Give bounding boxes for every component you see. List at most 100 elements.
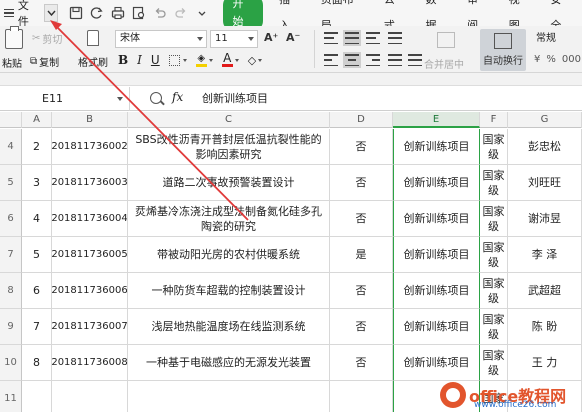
copy-button[interactable]: ⧉ 复制 — [30, 54, 59, 69]
cell-b[interactable]: 201811736003 — [52, 165, 128, 201]
cell-f[interactable]: 国家级 — [480, 273, 508, 309]
grow-font-button[interactable]: A⁺ — [264, 31, 278, 44]
row-header[interactable]: 4 — [0, 129, 22, 165]
cell-a[interactable]: 8 — [22, 345, 52, 381]
bold-button[interactable]: B — [118, 53, 128, 67]
cell-b[interactable]: 201811736002 — [52, 129, 128, 165]
cell-d[interactable] — [330, 381, 393, 412]
more-dropdown-icon[interactable] — [194, 6, 209, 21]
fx-icon[interactable]: fx — [172, 90, 183, 104]
font-name-select[interactable]: 宋体 — [115, 30, 207, 48]
cell-g[interactable]: 王 力 — [508, 345, 582, 381]
cell-g[interactable]: 谢沛昱 — [508, 201, 582, 237]
preview-icon[interactable] — [131, 6, 146, 21]
column-header-b[interactable]: B — [52, 112, 128, 128]
cell-c[interactable]: 带被动阳光房的农村供暖系统 — [128, 237, 330, 273]
shrink-font-button[interactable]: A⁻ — [286, 31, 300, 44]
cell-d[interactable]: 否 — [330, 129, 393, 165]
hamburger-icon[interactable] — [0, 0, 18, 26]
cell-e[interactable]: 创新训练项目 — [393, 273, 480, 309]
align-bottom-icon[interactable] — [366, 32, 380, 44]
cell-a[interactable]: 5 — [22, 237, 52, 273]
paste-button[interactable]: 粘贴 — [2, 26, 26, 70]
align-left-icon[interactable] — [324, 54, 338, 66]
cell-f[interactable]: 国家级 — [480, 129, 508, 165]
align-center-icon[interactable] — [343, 52, 361, 68]
cell-c[interactable]: 烎烯基冷冻浇注成型法制备氮化硅多孔陶瓷的研究 — [128, 201, 330, 237]
cell-a[interactable]: 6 — [22, 273, 52, 309]
number-format-select[interactable]: 常规 — [532, 30, 582, 48]
name-box[interactable]: E11 — [0, 87, 130, 111]
currency-button[interactable]: ¥ — [534, 54, 540, 65]
row-header[interactable]: 9 — [0, 309, 22, 345]
undo-icon[interactable] — [152, 6, 167, 21]
indent-icon[interactable] — [388, 32, 402, 44]
font-color-button[interactable]: A — [221, 52, 233, 67]
row-header[interactable]: 7 — [0, 237, 22, 273]
cell-d[interactable]: 否 — [330, 309, 393, 345]
cell-b[interactable]: 201811736008 — [52, 345, 128, 381]
cell-d[interactable]: 是 — [330, 237, 393, 273]
column-header-a[interactable]: A — [22, 112, 52, 128]
border-icon[interactable] — [168, 54, 180, 66]
cell-a[interactable]: 3 — [22, 165, 52, 201]
row-header[interactable]: 5 — [0, 165, 22, 201]
cell-e[interactable]: 创新训练项目 — [393, 165, 480, 201]
row-header[interactable]: 6 — [0, 201, 22, 237]
cut-button[interactable]: ✂ 剪切 — [32, 31, 62, 46]
cell-b[interactable]: 201811736007 — [52, 309, 128, 345]
cell-a[interactable]: 2 — [22, 129, 52, 165]
cell-f[interactable]: 国家级 — [480, 345, 508, 381]
cell-d[interactable]: 否 — [330, 165, 393, 201]
cell-g[interactable]: 李 泽 — [508, 237, 582, 273]
cell-e[interactable]: 创新训练项目 — [393, 129, 480, 165]
cell-d[interactable]: 否 — [330, 201, 393, 237]
cell-c[interactable]: SBS改性沥青开普封层低温抗裂性能的影响因素研究 — [128, 129, 330, 165]
cell-g[interactable]: 陈 盼 — [508, 309, 582, 345]
column-header-g[interactable]: G — [508, 112, 582, 128]
cell-d[interactable]: 否 — [330, 273, 393, 309]
format-painter-button[interactable]: 格式刷 — [78, 30, 108, 69]
row-header[interactable]: 8 — [0, 273, 22, 309]
cell-b[interactable]: 201811736004 — [52, 201, 128, 237]
cell-f[interactable]: 国家级 — [480, 201, 508, 237]
zoom-icon[interactable] — [150, 92, 162, 104]
column-header-e[interactable]: E — [393, 112, 480, 128]
merge-center-button[interactable]: 合并居中 — [424, 32, 464, 71]
cell-e[interactable]: 创新训练项目 — [393, 201, 480, 237]
cell-c[interactable]: 一种基于电磁感应的无源发光装置 — [128, 345, 330, 381]
cell-c[interactable]: 浅层地热能温度场在线监测系统 — [128, 309, 330, 345]
cell-c[interactable]: 一种防货车超载的控制装置设计 — [128, 273, 330, 309]
wrap-text-button[interactable]: 自动换行 — [480, 29, 526, 71]
cell-f[interactable]: 国家级 — [480, 237, 508, 273]
cell-b[interactable]: 201811736005 — [52, 237, 128, 273]
percent-button[interactable]: % — [546, 54, 556, 65]
cell-d[interactable]: 否 — [330, 345, 393, 381]
cell-a[interactable]: 4 — [22, 201, 52, 237]
align-middle-icon[interactable] — [343, 30, 361, 46]
redo-icon[interactable] — [173, 6, 188, 21]
select-all-corner[interactable] — [0, 112, 22, 128]
thousands-button[interactable]: 000 — [562, 54, 581, 65]
cell-c[interactable] — [128, 381, 330, 412]
align-right-icon[interactable] — [366, 54, 380, 66]
cell-c[interactable]: 道路二次事故预警装置设计 — [128, 165, 330, 201]
eraser-icon[interactable]: ◇ — [248, 54, 256, 67]
print-icon[interactable] — [110, 6, 125, 21]
cell-b[interactable] — [52, 381, 128, 412]
cell-f[interactable]: 国家级 — [480, 309, 508, 345]
cell-b[interactable]: 201811736006 — [52, 273, 128, 309]
fill-color-button[interactable]: ◈ — [195, 53, 207, 67]
row-header[interactable]: 11 — [0, 381, 22, 412]
refresh-icon[interactable] — [89, 6, 104, 21]
file-menu[interactable]: 文件 — [18, 0, 40, 29]
column-header-f[interactable]: F — [480, 112, 508, 128]
cell-e[interactable]: 创新训练项目 — [393, 345, 480, 381]
cell-g[interactable]: 武超超 — [508, 273, 582, 309]
align-top-icon[interactable] — [324, 32, 338, 44]
cell-f[interactable]: 国家级 — [480, 165, 508, 201]
cell-g[interactable]: 刘旺旺 — [508, 165, 582, 201]
cell-e[interactable]: 创新训练项目 — [393, 237, 480, 273]
font-size-select[interactable]: 11 — [210, 30, 258, 48]
underline-button[interactable]: U — [151, 53, 160, 67]
